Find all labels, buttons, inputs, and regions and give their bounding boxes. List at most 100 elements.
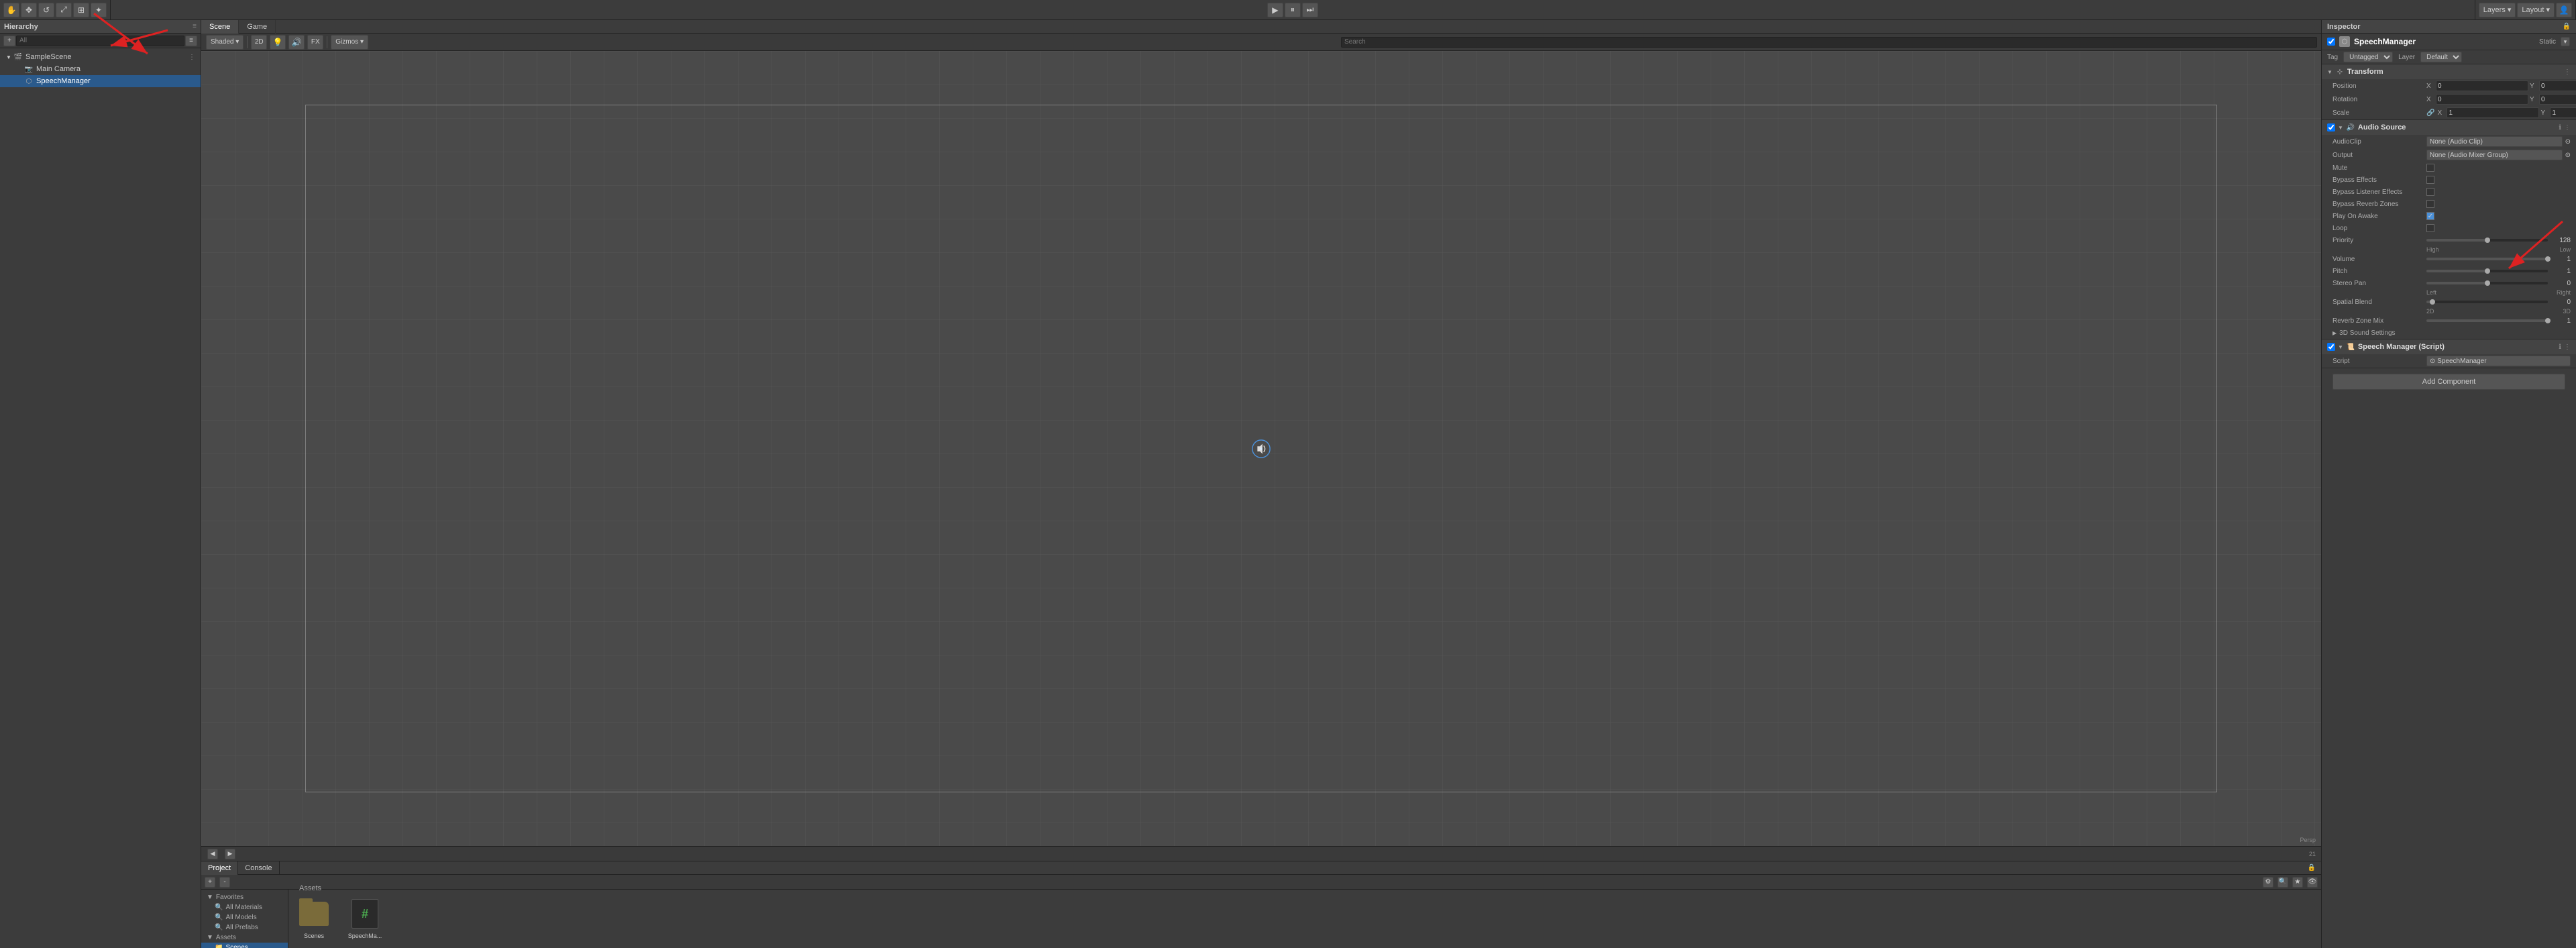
asset-item-speechmanager[interactable]: # SpeechMa...: [345, 898, 385, 939]
scene-audio-btn[interactable]: 🔊: [288, 35, 305, 50]
scene-light-btn[interactable]: 💡: [270, 35, 286, 50]
scene-menu-icon[interactable]: ⋮: [189, 54, 195, 61]
transform-icon: ⊹: [2335, 67, 2345, 76]
bypass-listener-checkbox[interactable]: [2426, 188, 2434, 196]
sidebar-assets[interactable]: ▼ Assets: [201, 933, 288, 943]
static-dropdown-btn[interactable]: ▾: [2561, 37, 2570, 46]
spatial-blend-slider-track[interactable]: [2426, 301, 2548, 303]
hierarchy-menu-btn[interactable]: ≡: [185, 36, 197, 46]
transform-settings-icon[interactable]: ⋮: [2564, 68, 2571, 76]
volume-slider-thumb[interactable]: [2545, 256, 2551, 262]
hierarchy-search[interactable]: [16, 36, 184, 46]
scene-forward-btn[interactable]: ▶: [225, 849, 235, 859]
stereo-pan-label: Stereo Pan: [2332, 280, 2426, 287]
transform-tool-btn[interactable]: ✦: [91, 3, 107, 17]
move-tool-btn[interactable]: ✥: [21, 3, 37, 17]
sidebar-all-materials[interactable]: 🔍 All Materials: [201, 902, 288, 912]
audio-source-enable-checkbox[interactable]: [2327, 123, 2335, 131]
project-eye-btn[interactable]: 👁: [2307, 877, 2318, 888]
scene-fx-btn[interactable]: FX: [307, 35, 323, 50]
tab-project[interactable]: Project: [201, 861, 238, 875]
rotation-x-field[interactable]: [2436, 94, 2528, 105]
layers-btn[interactable]: Layers ▾: [2479, 3, 2516, 17]
sidebar-all-prefabs[interactable]: 🔍 All Prefabs: [201, 923, 288, 933]
script-field[interactable]: [2426, 356, 2571, 366]
scene-search[interactable]: [1341, 37, 2317, 48]
project-minus-btn[interactable]: -: [219, 877, 230, 888]
object-active-checkbox[interactable]: [2327, 38, 2335, 46]
scene-gizmos-btn[interactable]: Gizmos ▾: [331, 35, 368, 50]
reverb-zone-thumb[interactable]: [2545, 318, 2551, 323]
hierarchy-item-speechmanager[interactable]: ▶ ⬡ SpeechManager: [0, 75, 201, 87]
speech-manager-info-icon[interactable]: ℹ: [2559, 344, 2561, 351]
speech-manager-enable-checkbox[interactable]: [2327, 343, 2335, 351]
inspector-lock-icon[interactable]: 🔒: [2563, 23, 2571, 30]
output-field[interactable]: [2426, 150, 2563, 160]
play-btn[interactable]: ▶: [1267, 3, 1283, 17]
pitch-slider-track[interactable]: [2426, 270, 2548, 272]
scale-y-field[interactable]: [2550, 107, 2576, 118]
scene-shaded-btn[interactable]: Shaded ▾: [206, 35, 244, 50]
scene-2d-btn[interactable]: 2D: [251, 35, 267, 50]
position-y-item: Y: [2530, 81, 2576, 91]
tab-console[interactable]: Console: [238, 861, 279, 875]
hierarchy-item-samplescene[interactable]: ▼ 🎬 SampleScene ⋮: [0, 51, 201, 63]
position-x-field[interactable]: [2436, 81, 2528, 91]
reverb-zone-slider-track[interactable]: [2426, 319, 2548, 322]
script-row: Script: [2322, 354, 2576, 368]
project-filter-btn[interactable]: ⚙: [2263, 877, 2273, 888]
rotation-y-field[interactable]: [2539, 94, 2576, 105]
audioclip-pick-icon[interactable]: ⊙: [2565, 138, 2571, 146]
position-y-field[interactable]: [2539, 81, 2576, 91]
account-btn[interactable]: 👤: [2556, 3, 2572, 17]
pitch-slider-thumb[interactable]: [2485, 268, 2490, 274]
scale-tool-btn[interactable]: ⤢: [56, 3, 72, 17]
project-search-icon-btn[interactable]: 🔍: [2277, 877, 2288, 888]
stereo-pan-slider-track[interactable]: [2426, 282, 2548, 284]
speech-manager-settings-icon[interactable]: ⋮: [2564, 344, 2571, 351]
speech-manager-header[interactable]: ▼ 📜 Speech Manager (Script) ℹ ⋮: [2322, 339, 2576, 354]
pause-btn[interactable]: ⏸: [1285, 3, 1301, 17]
sound-settings-row[interactable]: ▶ 3D Sound Settings: [2322, 327, 2576, 339]
project-star-btn[interactable]: ★: [2292, 877, 2303, 888]
hierarchy-add-btn[interactable]: +: [3, 36, 15, 46]
priority-slider-thumb[interactable]: [2485, 238, 2490, 243]
add-component-button[interactable]: Add Component: [2332, 374, 2565, 390]
output-pick-icon[interactable]: ⊙: [2565, 152, 2571, 159]
sidebar-favorites[interactable]: ▼ Favorites: [201, 892, 288, 902]
audioclip-field[interactable]: [2426, 136, 2563, 147]
bypass-effects-checkbox[interactable]: [2426, 176, 2434, 184]
audio-source-header[interactable]: ▼ 🔊 Audio Source ℹ ⋮: [2322, 120, 2576, 135]
spatial-blend-thumb[interactable]: [2430, 299, 2435, 305]
volume-slider-track[interactable]: [2426, 258, 2548, 260]
tab-game[interactable]: Game: [239, 20, 276, 34]
audio-source-settings-icon[interactable]: ⋮: [2564, 124, 2571, 131]
transform-header[interactable]: ▼ ⊹ Transform ⋮: [2322, 64, 2576, 79]
loop-checkbox[interactable]: [2426, 224, 2434, 232]
scene-back-btn[interactable]: ◀: [207, 849, 218, 859]
hand-tool-btn[interactable]: ✋: [3, 3, 19, 17]
stereo-right-label: Right: [2557, 289, 2571, 296]
layer-dropdown[interactable]: Default: [2420, 52, 2462, 62]
sound-settings-label: 3D Sound Settings: [2339, 329, 2395, 337]
stereo-pan-thumb[interactable]: [2485, 280, 2490, 286]
priority-slider-track[interactable]: [2426, 239, 2548, 242]
sidebar-scenes[interactable]: 📁 Scenes: [201, 943, 288, 948]
rotate-tool-btn[interactable]: ↺: [38, 3, 54, 17]
tag-dropdown[interactable]: Untagged: [2343, 52, 2393, 62]
step-btn[interactable]: ⏭: [1302, 3, 1318, 17]
scene-center-object[interactable]: [1251, 439, 1271, 459]
bypass-reverb-checkbox[interactable]: [2426, 200, 2434, 208]
tab-scene[interactable]: Scene: [201, 20, 239, 34]
hierarchy-panel: Hierarchy ≡ + ≡ ▼ 🎬 SampleScene ⋮ ▶ 📷 Ma…: [0, 20, 201, 948]
rect-tool-btn[interactable]: ⊞: [73, 3, 89, 17]
project-add-btn[interactable]: +: [205, 877, 215, 888]
asset-item-scenes[interactable]: Scenes: [294, 898, 334, 939]
layout-btn[interactable]: Layout ▾: [2517, 3, 2555, 17]
sidebar-all-models[interactable]: 🔍 All Models: [201, 912, 288, 923]
scale-x-field[interactable]: [2447, 107, 2539, 118]
hierarchy-item-maincamera[interactable]: ▶ 📷 Main Camera: [0, 63, 201, 75]
play-on-awake-checkbox[interactable]: [2426, 212, 2434, 220]
audio-source-info-icon[interactable]: ℹ: [2559, 124, 2561, 131]
mute-checkbox[interactable]: [2426, 164, 2434, 172]
